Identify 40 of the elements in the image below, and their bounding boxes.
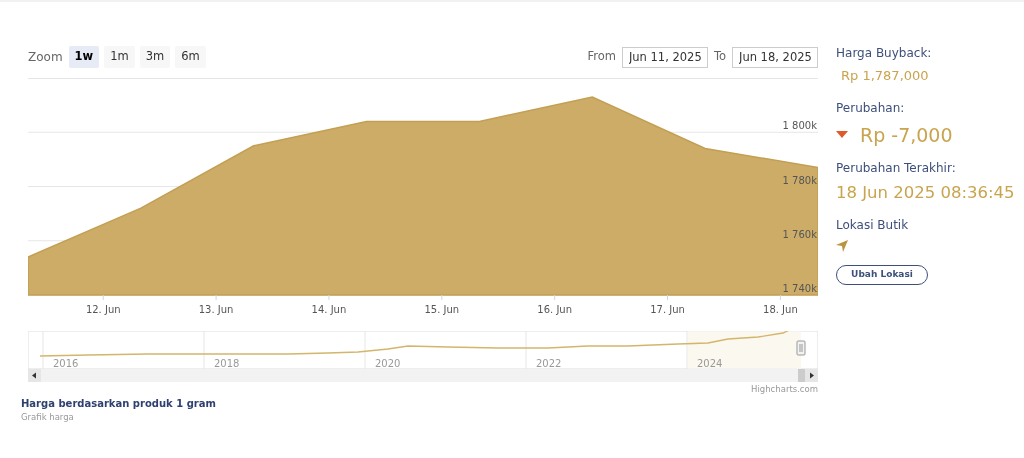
navigator-handle[interactable] xyxy=(796,340,806,356)
change-location-button[interactable]: Ubah Lokasi xyxy=(836,264,928,285)
year-label: 2022 xyxy=(536,358,562,369)
y-axis-label: 1 800k xyxy=(782,120,817,132)
scroll-right-icon[interactable] xyxy=(805,369,818,382)
zoom-button[interactable]: 6m xyxy=(175,46,206,68)
info-label: Lokasi Butik xyxy=(836,216,910,234)
buyback-price: Rp 1,787,000 xyxy=(840,67,930,85)
zoom-button[interactable]: 1m xyxy=(104,46,135,68)
scroll-left-icon[interactable] xyxy=(28,369,41,382)
info-label: Harga Buyback: xyxy=(836,45,933,62)
zoom-button[interactable]: 3m xyxy=(139,46,171,68)
trend-down-icon xyxy=(836,131,848,139)
x-axis-label: 14. Jun xyxy=(311,304,347,315)
x-axis-label: 12. Jun xyxy=(85,304,121,315)
x-axis-label: 17. Jun xyxy=(650,304,685,315)
zoom-label: Zoom xyxy=(28,49,63,66)
x-axis-label: 15. Jun xyxy=(424,304,460,315)
to-label: To xyxy=(713,48,726,66)
date-field[interactable]: Jun 11, 2025 xyxy=(621,46,708,68)
zoom-button[interactable]: 1w xyxy=(68,46,100,68)
info-label: Perubahan Terakhir: xyxy=(836,160,957,177)
x-axis-label: 13. Jun xyxy=(198,304,234,315)
x-axis-label: 18. Jun xyxy=(763,304,798,315)
x-axis-label: 16. Jun xyxy=(537,304,573,315)
y-axis-label: 1 760k xyxy=(782,228,817,240)
year-label: 2016 xyxy=(53,358,79,369)
year-label: 2024 xyxy=(697,358,723,369)
last-change-time: 18 Jun 2025 08:36:45 xyxy=(836,182,1016,204)
location-arrow-icon xyxy=(836,239,848,252)
year-label: 2018 xyxy=(214,358,240,369)
price-change: Rp -7,000 xyxy=(860,122,953,148)
y-axis-label: 1 780k xyxy=(782,174,817,186)
chart-subtitle: Grafik harga xyxy=(21,410,75,424)
info-label: Perubahan: xyxy=(836,99,906,117)
y-axis-label: 1 740k xyxy=(782,283,817,294)
from-label: From xyxy=(587,48,616,66)
chart-caption: Harga berdasarkan produk 1 gram xyxy=(21,396,217,411)
year-label: 2020 xyxy=(375,358,401,369)
date-field[interactable]: Jun 18, 2025 xyxy=(732,46,818,68)
